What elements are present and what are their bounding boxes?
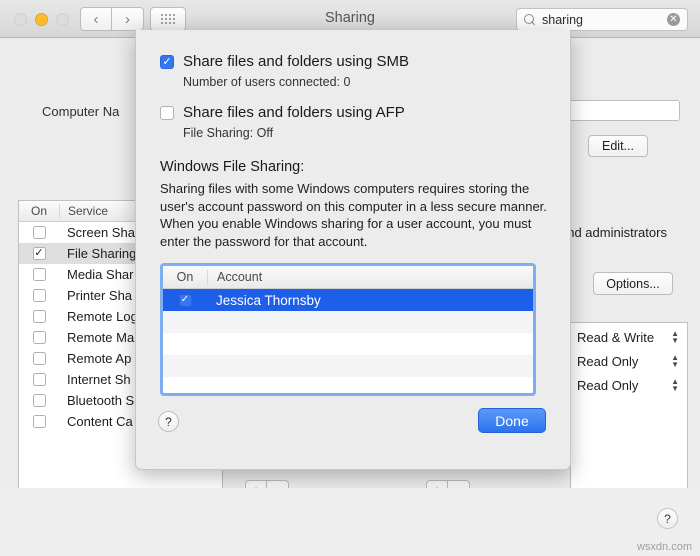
clear-icon[interactable]: ✕ (667, 13, 680, 26)
afp-label: Share files and folders using AFP (183, 104, 405, 121)
service-checkbox-cell (19, 373, 59, 386)
services-column-on: On (30, 204, 47, 218)
computer-name-label: Computer Na (42, 104, 120, 119)
service-checkbox[interactable] (32, 373, 46, 386)
service-checkbox-cell (19, 289, 59, 302)
account-checkbox-cell: ✓ (163, 293, 207, 307)
service-label: Internet Sh (67, 372, 131, 387)
smb-checkbox[interactable]: ✓ (160, 55, 174, 69)
search-input[interactable]: sharing (542, 13, 667, 27)
accounts-table-header: On Account (163, 266, 533, 289)
service-checkbox[interactable] (32, 394, 46, 407)
service-label: Remote Ma (67, 330, 135, 345)
windows-file-sharing-description: Sharing files with some Windows computer… (160, 181, 547, 249)
account-row[interactable]: ✓ Jessica Thornsby (163, 289, 533, 311)
options-button[interactable]: Options... (593, 272, 673, 295)
watermark: wsxdn.com (636, 541, 692, 553)
account-row-empty[interactable] (163, 311, 533, 333)
permission-popup[interactable]: Read Only ▲ ▼ (571, 375, 687, 395)
permission-popup[interactable]: Read Only ▲ ▼ (571, 351, 687, 371)
accounts-table[interactable]: On Account ✓ Jessica Thornsby (160, 263, 536, 396)
chevron-updown-icon: ▲ ▼ (671, 353, 679, 369)
remove-user-button[interactable]: − (448, 480, 470, 488)
service-label: File Sharing (67, 246, 137, 261)
windows-file-sharing-title: Windows File Sharing: (160, 159, 305, 175)
service-checkbox-cell (19, 415, 59, 428)
smb-label: Share files and folders using SMB (183, 53, 409, 70)
account-row-empty[interactable] (163, 333, 533, 355)
account-row-empty[interactable] (163, 355, 533, 377)
accounts-column-account: Account (207, 270, 533, 284)
service-checkbox-cell (19, 331, 59, 344)
done-button[interactable]: Done (478, 408, 546, 433)
service-checkbox-cell (19, 352, 59, 365)
service-checkbox[interactable] (32, 331, 46, 344)
service-checkbox[interactable] (32, 310, 46, 323)
permission-label: Read Only (577, 353, 639, 369)
add-folder-button[interactable]: + (245, 480, 267, 488)
edit-button[interactable]: Edit... (588, 135, 648, 157)
service-checkbox[interactable] (32, 226, 46, 239)
service-label: Remote Log (67, 309, 138, 324)
service-label: Remote Ap (67, 351, 132, 366)
shared-users-add-remove: + − (426, 480, 470, 488)
afp-status: File Sharing: Off (183, 126, 274, 140)
service-checkbox-cell (19, 394, 59, 407)
chevron-updown-icon: ▲ ▼ (671, 329, 679, 345)
computer-name-input[interactable] (560, 100, 680, 121)
afp-checkbox-row[interactable]: Share files and folders using AFP (160, 103, 546, 122)
desktop-background: ‹ › Sharing sharing ✕ Computer Na Edit..… (0, 0, 700, 556)
permission-label: Read & Write (577, 329, 655, 345)
desktop-help-button[interactable]: ? (657, 508, 678, 529)
account-checkbox[interactable]: ✓ (178, 293, 192, 307)
search-icon (524, 13, 536, 26)
accounts-column-on: On (176, 270, 194, 284)
service-checkbox[interactable] (32, 415, 46, 428)
service-checkbox-cell (19, 310, 59, 323)
search-field[interactable]: sharing ✕ (516, 8, 688, 31)
accounts-rows: ✓ Jessica Thornsby (163, 289, 533, 393)
account-name: Jessica Thornsby (216, 292, 321, 308)
account-row-empty[interactable] (163, 377, 533, 393)
sheet-footer: ? Done (136, 399, 570, 469)
service-checkbox[interactable] (32, 289, 46, 302)
permission-label: Read Only (577, 377, 639, 393)
sharing-preferences-window: ‹ › Sharing sharing ✕ Computer Na Edit..… (0, 0, 700, 488)
service-checkbox-cell (19, 226, 59, 239)
permissions-table[interactable]: Read & Write ▲ ▼ Read Only ▲ ▼ Read Only ▲ ▼ (570, 322, 688, 488)
service-label: Media Shar (67, 267, 134, 282)
service-checkbox-cell (19, 268, 59, 281)
help-button[interactable]: ? (158, 411, 179, 432)
service-label: Screen Sha (67, 225, 135, 240)
smb-checkbox-row[interactable]: ✓ Share files and folders using SMB (160, 52, 546, 71)
add-user-button[interactable]: + (426, 480, 448, 488)
service-label: Bluetooth S (67, 393, 135, 408)
shared-folders-add-remove: + − (245, 480, 289, 488)
service-checkbox[interactable] (32, 247, 46, 260)
service-checkbox[interactable] (32, 352, 46, 365)
services-column-service: Service (59, 204, 108, 218)
service-checkbox[interactable] (32, 268, 46, 281)
smb-options-sheet: ✓ Share files and folders using SMB Numb… (135, 30, 571, 470)
service-label: Content Ca (67, 414, 133, 429)
remove-folder-button[interactable]: − (267, 480, 289, 488)
service-checkbox-cell (19, 247, 59, 260)
sheet-content: ✓ Share files and folders using SMB Numb… (136, 30, 570, 396)
smb-status: Number of users connected: 0 (183, 75, 351, 89)
permissions-rows: Read & Write ▲ ▼ Read Only ▲ ▼ Read Only ▲ ▼ (571, 327, 687, 395)
afp-checkbox[interactable] (160, 106, 174, 120)
chevron-updown-icon: ▲ ▼ (671, 377, 679, 393)
administrators-label: and administrators (560, 225, 667, 240)
service-label: Printer Sha (67, 288, 133, 303)
permission-popup[interactable]: Read & Write ▲ ▼ (571, 327, 687, 347)
